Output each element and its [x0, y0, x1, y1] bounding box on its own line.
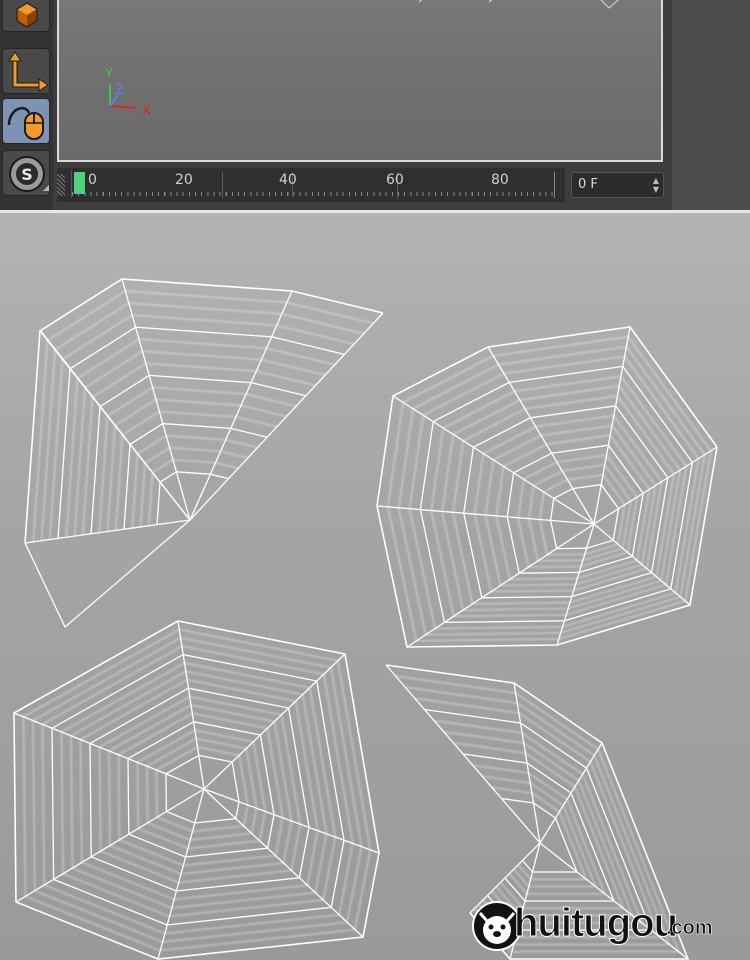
mouse-tool-button[interactable]	[2, 98, 50, 144]
web-4-silk	[443, 730, 635, 917]
cube-object-icon	[16, 2, 38, 28]
timeline-label-40: 40	[279, 172, 297, 188]
web-4-silk	[482, 775, 598, 888]
snap-label: S	[21, 165, 33, 184]
left-toolbar: S	[0, 0, 53, 210]
web-1-ring	[24, 278, 384, 544]
snap-tool-button[interactable]: S	[2, 150, 50, 196]
frame-stepper-icon[interactable]: ▲ ▼	[653, 176, 659, 194]
viewport-partial-geometry	[418, 0, 619, 9]
timeline-label-20: 20	[175, 172, 193, 188]
web-1-silk	[48, 314, 355, 540]
current-frame-field[interactable]: 0 F ▲ ▼	[571, 172, 664, 198]
cinema4d-window: S Y Z X 0 20 40 60 80 0 F ▲ ▼	[0, 0, 750, 210]
attribute-panel	[672, 0, 750, 210]
timeline-label-60: 60	[386, 172, 404, 188]
web-2-silk	[527, 463, 632, 563]
timeline-playhead[interactable]	[74, 172, 85, 194]
timeline-scale[interactable]: 0 20 40 60 80	[71, 170, 558, 198]
web-1-radial	[39, 330, 191, 521]
mouse-navigation-icon	[7, 106, 44, 140]
timeline-minor-ticks	[72, 192, 558, 196]
watermark-suffix: .com	[666, 917, 713, 940]
web-2-radial	[593, 326, 631, 525]
web-3-radial	[177, 620, 205, 790]
spider-web-wireframes	[13, 278, 718, 960]
snap-icon: S	[9, 156, 49, 192]
cube-tool-button[interactable]	[2, 0, 50, 32]
coordinate-axis-icon	[8, 51, 49, 92]
axis-tool-button[interactable]	[2, 48, 50, 94]
watermark-logo: huitugou .com	[470, 899, 740, 955]
axis-y-label: Y	[104, 67, 113, 82]
web-4-radial	[385, 664, 541, 844]
current-frame-value: 0 F	[578, 177, 598, 192]
axis-z-label: Z	[115, 83, 124, 98]
timeline-label-0: 0	[88, 172, 97, 188]
timeline-ruler[interactable]: 0 20 40 60 80	[57, 168, 565, 202]
web-3-radial	[157, 788, 205, 960]
web-1-radial	[189, 290, 293, 521]
timeline-grip-handle[interactable]	[57, 174, 65, 196]
axis-gizmo: Y Z X	[104, 67, 151, 119]
web-2-ring	[549, 483, 620, 550]
watermark-brand: huitugou	[513, 901, 678, 946]
timeline-label-80: 80	[491, 172, 509, 188]
web-2-radial	[487, 346, 595, 525]
spider-web-render: huitugou .com	[0, 213, 750, 960]
web-3-silk	[117, 712, 284, 867]
axis-x-label: X	[142, 104, 151, 119]
